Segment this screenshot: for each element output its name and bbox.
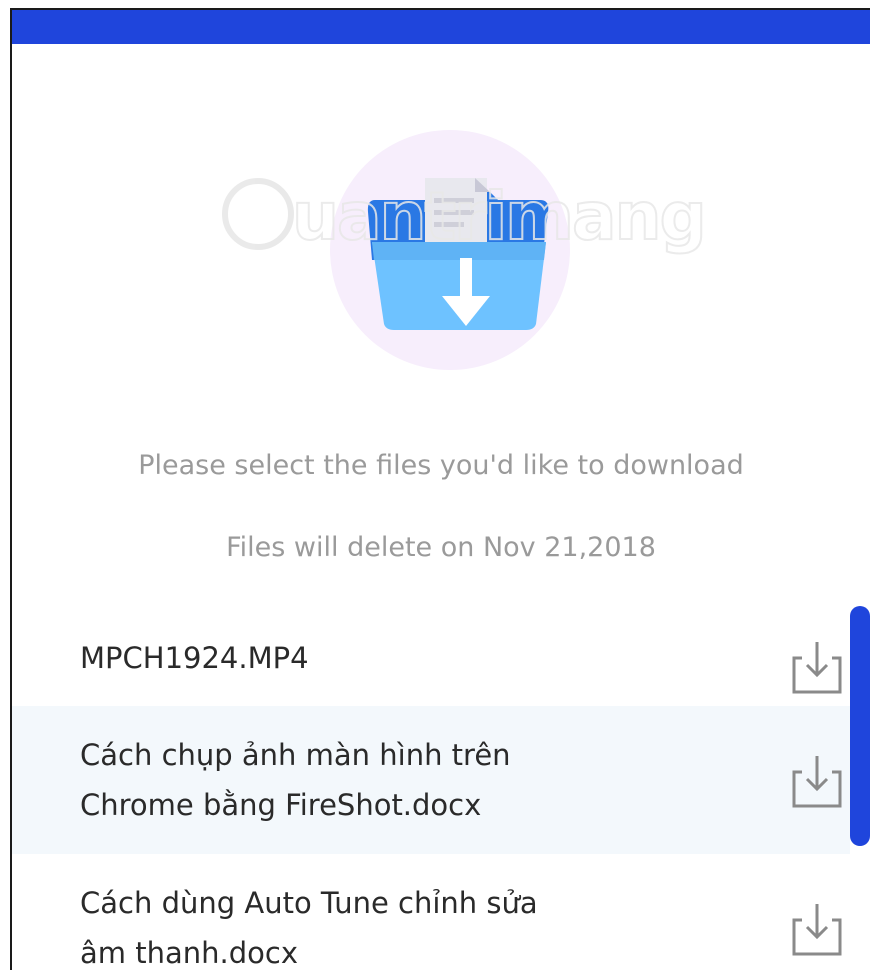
file-name: Cách dùng Auto Tune chỉnh sửa âm thanh.d… — [80, 854, 740, 970]
file-name-line: Cách dùng Auto Tune chỉnh sửa — [80, 886, 538, 920]
watermark-logo: uantrimang — [212, 170, 708, 290]
file-name-line: Cách chụp ảnh màn hình trên — [80, 738, 511, 772]
download-icon — [792, 642, 842, 694]
file-name-line: âm thanh.docx — [80, 936, 298, 970]
lightbulb-icon — [222, 178, 294, 250]
file-name-line: Chrome bằng FireShot.docx — [80, 788, 482, 822]
file-list: MPCH1924.MP4 Cách chụp ảnh màn hình trên… — [12, 606, 850, 970]
file-name: MPCH1924.MP4 — [80, 606, 740, 683]
file-row[interactable]: Cách chụp ảnh màn hình trên Chrome bằng … — [12, 706, 850, 854]
select-files-message: Please select the files you'd like to do… — [138, 450, 744, 481]
download-button[interactable] — [780, 748, 850, 818]
file-name-line: MPCH1924.MP4 — [80, 641, 309, 675]
expiry-message: Files will delete on Nov 21,2018 — [226, 532, 656, 563]
file-name: Cách chụp ảnh màn hình trên Chrome bằng … — [80, 706, 740, 830]
download-button[interactable] — [780, 896, 850, 966]
file-row[interactable]: Cách dùng Auto Tune chỉnh sửa âm thanh.d… — [12, 854, 850, 970]
download-button[interactable] — [780, 634, 850, 704]
download-icon — [792, 756, 842, 808]
download-panel: uantrimang Please select the files you'd… — [10, 8, 870, 970]
download-icon — [792, 904, 842, 956]
scrollbar-thumb[interactable] — [850, 606, 870, 846]
top-bar — [12, 10, 870, 44]
watermark-text: uantrimang — [291, 177, 708, 256]
file-row[interactable]: MPCH1924.MP4 — [12, 606, 850, 706]
